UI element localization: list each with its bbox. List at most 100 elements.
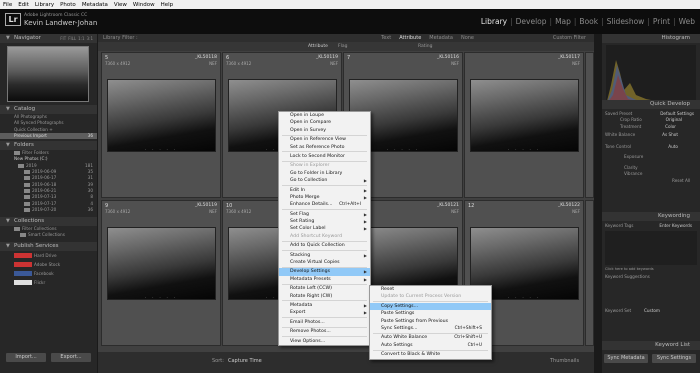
menu-item-sync-settings[interactable]: Sync Settings... Ctrl+Shift+S — [370, 325, 491, 332]
menu-item-email-photos[interactable]: Email Photos... — [279, 319, 370, 326]
filter-preset-select[interactable]: Custom Filter — [553, 34, 586, 42]
navigator-zoom-fit[interactable]: FIT — [60, 36, 66, 41]
treatment-select[interactable]: Color — [665, 124, 676, 130]
catalog-item[interactable]: Previous Import 36 — [0, 132, 97, 140]
thumbnail-cell[interactable] — [585, 52, 594, 198]
menu-item-develop-settings[interactable]: Develop Settings ▶ — [279, 268, 370, 276]
flag-filter[interactable]: Flag — [338, 42, 347, 51]
menu-item-convert-to-black-white[interactable]: Convert to Black & White — [370, 351, 491, 358]
white-balance-select[interactable]: As Shot — [662, 132, 678, 138]
menu-item-open-in-survey[interactable]: Open in Survey — [279, 127, 370, 134]
menu-view[interactable]: View — [111, 2, 130, 8]
menu-item-auto-settings[interactable]: Auto Settings Ctrl+U — [370, 342, 491, 349]
menu-item-auto-white-balance[interactable]: Auto White Balance Ctrl+Shift+U — [370, 334, 491, 341]
menu-item-go-to-collection[interactable]: Go to Collection ▶ — [279, 177, 370, 184]
module-develop[interactable]: Develop — [514, 17, 549, 26]
filter-tab-metadata[interactable]: Metadata — [429, 34, 453, 42]
sort-select[interactable]: Capture Time — [228, 358, 262, 364]
keyword-tags-select[interactable]: Enter Keywords — [659, 223, 692, 229]
module-print[interactable]: Print — [651, 17, 672, 26]
menu-item-add-to-quick-collection[interactable]: Add to Quick Collection — [279, 242, 370, 249]
export-button[interactable]: Export... — [51, 353, 91, 362]
menu-item-remove-photos[interactable]: Remove Photos... — [279, 328, 370, 335]
menu-help[interactable]: Help — [158, 2, 177, 8]
thumbnail-cell[interactable]: _KL50117 NEF · · · · · — [464, 52, 584, 198]
navigator-zoom-controls[interactable]: FIT FILL 1:1 3:1 — [58, 34, 93, 43]
smart-collections[interactable]: Smart Collections — [0, 232, 97, 238]
thumbnail-size-slider[interactable]: Thumbnails — [550, 358, 579, 364]
module-library[interactable]: Library — [479, 17, 509, 26]
menu-item-stacking[interactable]: Stacking ▶ — [279, 252, 370, 259]
menu-item-go-to-folder-in-library[interactable]: Go to Folder in Library — [279, 170, 370, 177]
menu-item-photo-merge[interactable]: Photo Merge ▶ — [279, 194, 370, 201]
filter-tab-attribute[interactable]: Attribute — [399, 34, 421, 42]
menu-item-copy-settings[interactable]: Copy Settings... — [370, 302, 491, 311]
publish-item[interactable]: Facebook — [0, 269, 97, 278]
module-slideshow[interactable]: Slideshow — [605, 17, 647, 26]
sync-metadata-button[interactable]: Sync Metadata — [604, 354, 648, 363]
module-book[interactable]: Book — [577, 17, 600, 26]
menu-item-rotate-right-cw[interactable]: Rotate Right (CW) — [279, 293, 370, 300]
keyword-list-header[interactable]: Keyword List — [602, 341, 700, 350]
navigator-zoom-3-1[interactable]: 3:1 — [87, 36, 93, 41]
publish-item[interactable]: Hard Drive — [0, 251, 97, 260]
thumbnail-image[interactable] — [107, 79, 216, 152]
menu-edit[interactable]: Edit — [15, 2, 32, 8]
publish-item[interactable]: Flickr — [0, 278, 97, 287]
menu-item-open-in-compare[interactable]: Open in Compare — [279, 119, 370, 126]
module-web[interactable]: Web — [677, 17, 697, 26]
thumbnail-image[interactable] — [107, 227, 216, 300]
menu-window[interactable]: Window — [130, 2, 158, 8]
rating-stars[interactable]: · · · · · — [465, 147, 583, 153]
menu-item-lock-to-second-monitor[interactable]: Lock to Second Monitor — [279, 153, 370, 160]
filter-tab-text[interactable]: Text — [381, 34, 391, 42]
module-map[interactable]: Map — [553, 17, 573, 26]
publish-header[interactable]: ▼ Publish Services — [0, 241, 97, 251]
menu-metadata[interactable]: Metadata — [79, 2, 111, 8]
menu-item-paste-settings-from-previous[interactable]: Paste Settings from Previous — [370, 318, 491, 325]
menu-item-metadata-presets[interactable]: Metadata Presets ▶ — [279, 276, 370, 283]
menu-item-open-in-loupe[interactable]: Open in Loupe — [279, 112, 370, 119]
menu-item-set-flag[interactable]: Set Flag ▶ — [279, 211, 370, 218]
menu-item-edit-in[interactable]: Edit In ▶ — [279, 187, 370, 194]
menu-item-set-as-reference-photo[interactable]: Set as Reference Photo — [279, 144, 370, 151]
thumbnail-cell[interactable] — [585, 200, 594, 346]
keywording-header[interactable]: Keywording — [602, 212, 700, 221]
menu-item-create-virtual-copies[interactable]: Create Virtual Copies — [279, 259, 370, 266]
menu-item-enhance-details[interactable]: Enhance Details... Ctrl+Alt+I — [279, 201, 370, 208]
navigator-zoom-1-1[interactable]: 1:1 — [78, 36, 84, 41]
menu-photo[interactable]: Photo — [57, 2, 79, 8]
thumbnail-cell[interactable]: 9 7360 x 4912 _KL50119 NEF · · · · · — [101, 200, 221, 346]
menu-library[interactable]: Library — [32, 2, 57, 8]
collections-header[interactable]: ▼ Collections — [0, 217, 97, 227]
navigator-preview[interactable] — [7, 46, 89, 102]
import-button[interactable]: Import... — [6, 353, 46, 362]
menu-item-view-options[interactable]: View Options... — [279, 338, 370, 345]
histogram-header[interactable]: Histogram — [602, 34, 700, 43]
auto-tone-button[interactable]: Auto — [668, 144, 678, 150]
menu-item-open-in-reference-view[interactable]: Open in Reference View — [279, 136, 370, 143]
filter-tab-none[interactable]: None — [461, 34, 474, 42]
menu-item-export[interactable]: Export ▶ — [279, 309, 370, 316]
menu-item-rotate-left-ccw[interactable]: Rotate Left (CCW) — [279, 285, 370, 292]
menu-file[interactable]: File — [0, 2, 15, 8]
reset-all-button[interactable]: Reset All — [672, 178, 690, 183]
folder-item[interactable]: 2019-07-20 36 — [0, 207, 97, 213]
rating-stars[interactable]: · · · · · — [102, 147, 220, 153]
rating-stars[interactable]: · · · · · — [102, 295, 220, 301]
keyword-set-select[interactable]: Custom — [644, 308, 660, 314]
catalog-header[interactable]: ▼ Catalog — [0, 105, 97, 114]
menu-item-paste-settings[interactable]: Paste Settings — [370, 310, 491, 317]
sync-settings-button[interactable]: Sync Settings — [652, 354, 696, 363]
folders-header[interactable]: ▼ Folders — [0, 141, 97, 151]
keyword-input[interactable] — [605, 231, 697, 265]
navigator-header[interactable]: ▼ Navigator FIT FILL 1:1 3:1 — [0, 34, 97, 43]
menu-item-reset[interactable]: Reset — [370, 286, 491, 293]
navigator-zoom-fill[interactable]: FILL — [68, 36, 76, 41]
menu-item-metadata[interactable]: Metadata ▶ — [279, 302, 370, 309]
rating-filter[interactable]: Rating — [418, 42, 433, 51]
thumbnail-image[interactable] — [470, 79, 579, 152]
menu-item-set-rating[interactable]: Set Rating ▶ — [279, 218, 370, 225]
quick-develop-header[interactable]: Quick Develop — [602, 100, 700, 109]
publish-item[interactable]: Adobe Stock — [0, 260, 97, 269]
